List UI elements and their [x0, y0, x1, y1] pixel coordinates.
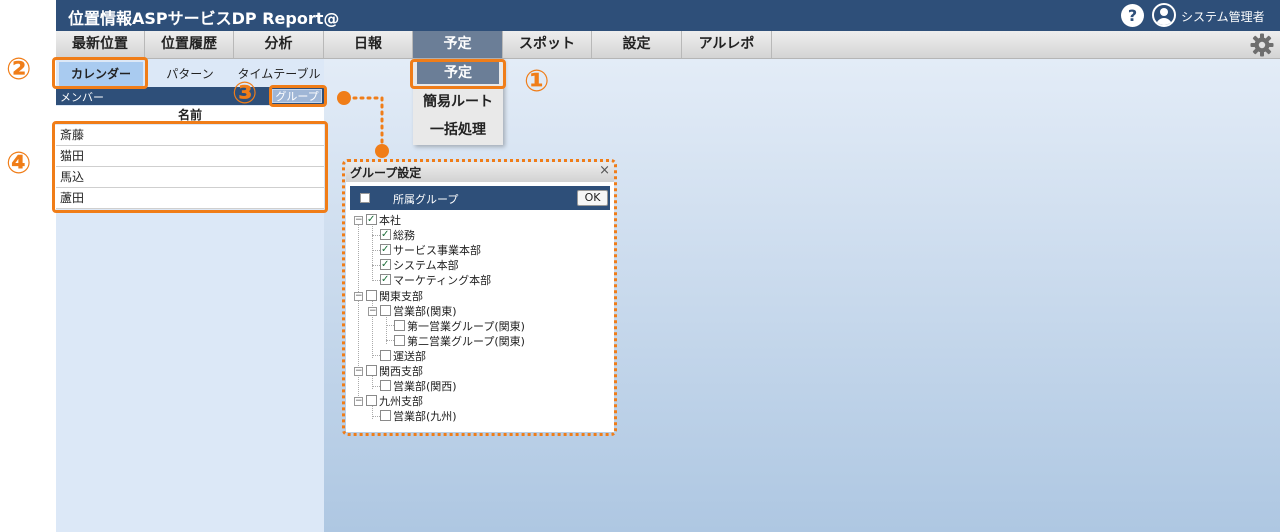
app-title: 位置情報ASPサービスDP Report@ [68, 9, 340, 28]
annotation-2: ② [6, 52, 32, 87]
menu-daily-report[interactable]: 日報 [324, 31, 413, 58]
highlight-box-group [269, 85, 327, 107]
user-name[interactable]: システム管理者 [1181, 8, 1265, 25]
menu-spot[interactable]: スポット [503, 31, 592, 58]
annotation-4: ④ [6, 146, 32, 181]
dropdown-item-simple-route[interactable]: 簡易ルート [413, 89, 503, 115]
menu-position-history[interactable]: 位置履歴 [145, 31, 234, 58]
connector-arrow [337, 91, 389, 158]
dropdown-item-batch-process[interactable]: 一括処理 [413, 117, 503, 143]
highlight-box-calendar [52, 57, 148, 89]
highlight-box-schedule [410, 59, 506, 89]
help-icon[interactable]: ? [1121, 4, 1144, 27]
member-label: メンバー [60, 91, 104, 104]
menu-schedule[interactable]: 予定 [413, 31, 503, 58]
subtab-pattern[interactable]: パターン [148, 62, 232, 86]
menu-analysis[interactable]: 分析 [234, 31, 324, 58]
annotation-3: ③ [232, 76, 258, 111]
highlight-box-members [52, 121, 328, 213]
menu-alurepo[interactable]: アルレポ [682, 31, 772, 58]
app-window: 位置情報ASPサービスDP Report@ ? システム管理者 最新位置 位置履… [0, 0, 1280, 532]
highlight-box-group-settings [342, 159, 617, 436]
annotation-1: ① [524, 64, 550, 99]
gear-icon[interactable] [1250, 33, 1274, 57]
app-header: 位置情報ASPサービスDP Report@ ? システム管理者 [56, 0, 1280, 31]
menu-settings[interactable]: 設定 [592, 31, 682, 58]
menu-latest-position[interactable]: 最新位置 [56, 31, 145, 58]
main-menu-bar: 最新位置 位置履歴 分析 日報 予定 スポット 設定 アルレポ [56, 31, 1280, 59]
user-avatar-icon[interactable] [1152, 3, 1176, 27]
